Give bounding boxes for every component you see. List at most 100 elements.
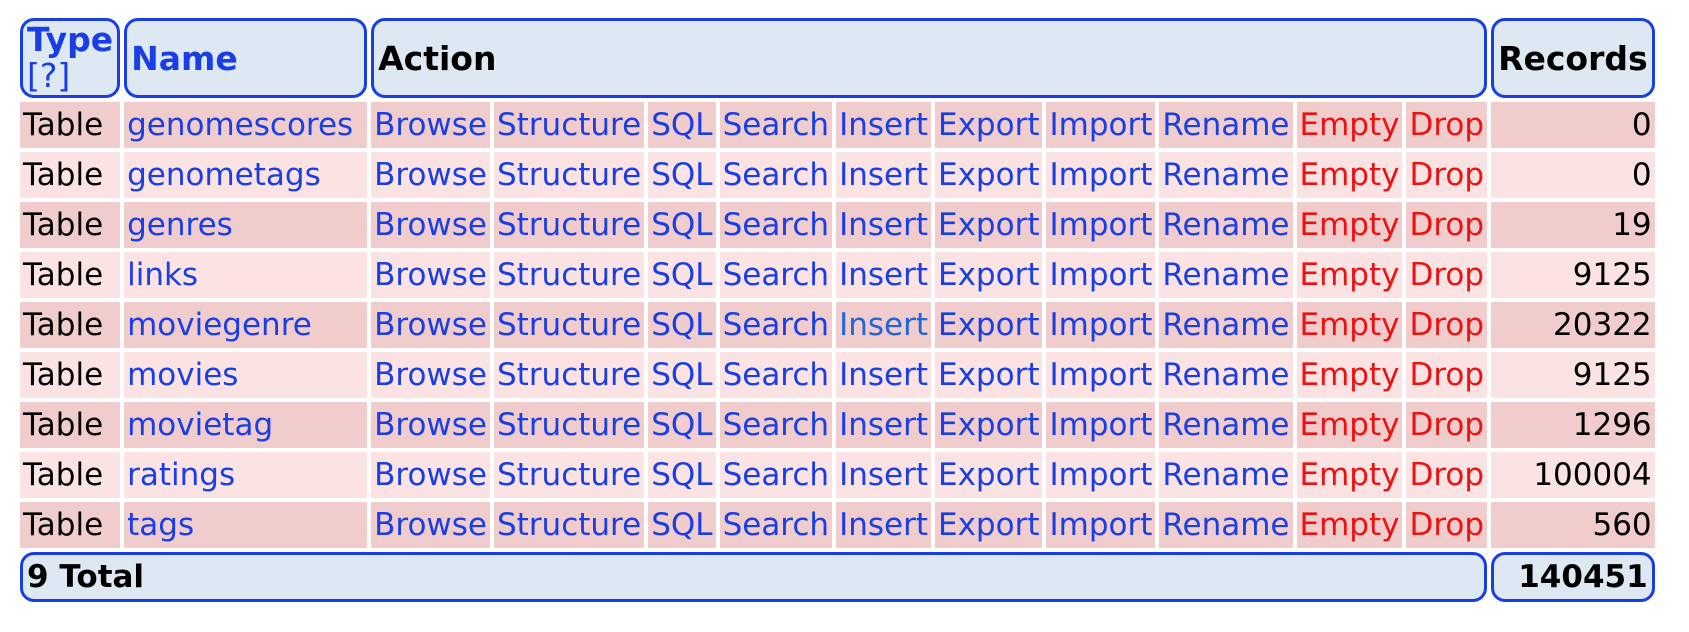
drop-link[interactable]: Drop — [1409, 507, 1484, 543]
structure-link[interactable]: Structure — [497, 407, 641, 443]
rename-link[interactable]: Rename — [1162, 207, 1289, 243]
sql-link[interactable]: SQL — [651, 157, 712, 193]
insert-link[interactable]: Insert — [839, 157, 928, 193]
sql-link[interactable]: SQL — [651, 357, 712, 393]
search-link[interactable]: Search — [723, 307, 830, 343]
insert-link[interactable]: Insert — [839, 507, 928, 543]
import-link[interactable]: Import — [1049, 357, 1152, 393]
structure-link[interactable]: Structure — [497, 307, 641, 343]
insert-link[interactable]: Insert — [839, 257, 928, 293]
table-name-link[interactable]: genometags — [127, 157, 321, 193]
table-name-link[interactable]: movies — [127, 357, 238, 393]
structure-link[interactable]: Structure — [497, 357, 641, 393]
export-link[interactable]: Export — [938, 457, 1039, 493]
export-link[interactable]: Export — [938, 507, 1039, 543]
table-name-link[interactable]: genres — [127, 207, 233, 243]
export-link[interactable]: Export — [938, 157, 1039, 193]
rename-link[interactable]: Rename — [1162, 407, 1289, 443]
search-link[interactable]: Search — [723, 407, 830, 443]
search-link[interactable]: Search — [723, 357, 830, 393]
import-link[interactable]: Import — [1049, 207, 1152, 243]
browse-link[interactable]: Browse — [374, 457, 487, 493]
export-link[interactable]: Export — [938, 107, 1039, 143]
export-link[interactable]: Export — [938, 407, 1039, 443]
table-name-link[interactable]: ratings — [127, 457, 235, 493]
import-link[interactable]: Import — [1049, 507, 1152, 543]
browse-link[interactable]: Browse — [374, 357, 487, 393]
structure-link[interactable]: Structure — [497, 457, 641, 493]
insert-link[interactable]: Insert — [839, 207, 928, 243]
import-link[interactable]: Import — [1049, 407, 1152, 443]
table-name-link[interactable]: genomescores — [127, 107, 353, 143]
rename-link[interactable]: Rename — [1162, 457, 1289, 493]
rename-link[interactable]: Rename — [1162, 257, 1289, 293]
browse-link[interactable]: Browse — [374, 307, 487, 343]
export-link[interactable]: Export — [938, 357, 1039, 393]
insert-link[interactable]: Insert — [839, 107, 928, 143]
import-link[interactable]: Import — [1049, 457, 1152, 493]
structure-link[interactable]: Structure — [497, 257, 641, 293]
insert-link[interactable]: Insert — [839, 357, 928, 393]
sql-link[interactable]: SQL — [651, 507, 712, 543]
browse-link[interactable]: Browse — [374, 107, 487, 143]
drop-link[interactable]: Drop — [1409, 257, 1484, 293]
drop-link[interactable]: Drop — [1409, 407, 1484, 443]
sql-link[interactable]: SQL — [651, 457, 712, 493]
empty-link[interactable]: Empty — [1300, 407, 1400, 443]
search-link[interactable]: Search — [723, 507, 830, 543]
empty-link[interactable]: Empty — [1300, 357, 1400, 393]
drop-link[interactable]: Drop — [1409, 457, 1484, 493]
rename-link[interactable]: Rename — [1162, 157, 1289, 193]
rename-link[interactable]: Rename — [1162, 107, 1289, 143]
search-link[interactable]: Search — [723, 257, 830, 293]
import-link[interactable]: Import — [1049, 157, 1152, 193]
rename-link[interactable]: Rename — [1162, 307, 1289, 343]
structure-link[interactable]: Structure — [497, 157, 641, 193]
empty-link[interactable]: Empty — [1300, 307, 1400, 343]
browse-link[interactable]: Browse — [374, 407, 487, 443]
drop-link[interactable]: Drop — [1409, 157, 1484, 193]
empty-link[interactable]: Empty — [1300, 257, 1400, 293]
search-link[interactable]: Search — [723, 457, 830, 493]
import-link[interactable]: Import — [1049, 257, 1152, 293]
sql-link[interactable]: SQL — [651, 307, 712, 343]
table-name-link[interactable]: movietag — [127, 407, 273, 443]
export-link[interactable]: Export — [938, 307, 1039, 343]
import-link[interactable]: Import — [1049, 107, 1152, 143]
export-link[interactable]: Export — [938, 257, 1039, 293]
search-link[interactable]: Search — [723, 157, 830, 193]
structure-link[interactable]: Structure — [497, 107, 641, 143]
drop-link[interactable]: Drop — [1409, 357, 1484, 393]
empty-link[interactable]: Empty — [1300, 107, 1400, 143]
insert-link[interactable]: Insert — [839, 457, 928, 493]
empty-link[interactable]: Empty — [1300, 157, 1400, 193]
table-name-link[interactable]: links — [127, 257, 198, 293]
structure-link[interactable]: Structure — [497, 507, 641, 543]
insert-link[interactable]: Insert — [839, 307, 928, 343]
sql-link[interactable]: SQL — [651, 207, 712, 243]
browse-link[interactable]: Browse — [374, 257, 487, 293]
table-name-link[interactable]: tags — [127, 507, 194, 543]
import-link[interactable]: Import — [1049, 307, 1152, 343]
search-link[interactable]: Search — [723, 107, 830, 143]
empty-link[interactable]: Empty — [1300, 507, 1400, 543]
empty-link[interactable]: Empty — [1300, 457, 1400, 493]
insert-link[interactable]: Insert — [839, 407, 928, 443]
sort-by-type-link[interactable]: Type — [27, 20, 113, 59]
sql-link[interactable]: SQL — [651, 107, 712, 143]
sort-by-name-link[interactable]: Name — [131, 39, 238, 78]
browse-link[interactable]: Browse — [374, 207, 487, 243]
browse-link[interactable]: Browse — [374, 157, 487, 193]
structure-link[interactable]: Structure — [497, 207, 641, 243]
sql-link[interactable]: SQL — [651, 257, 712, 293]
export-link[interactable]: Export — [938, 207, 1039, 243]
rename-link[interactable]: Rename — [1162, 507, 1289, 543]
browse-link[interactable]: Browse — [374, 507, 487, 543]
search-link[interactable]: Search — [723, 207, 830, 243]
rename-link[interactable]: Rename — [1162, 357, 1289, 393]
drop-link[interactable]: Drop — [1409, 207, 1484, 243]
table-name-link[interactable]: moviegenre — [127, 307, 312, 343]
drop-link[interactable]: Drop — [1409, 107, 1484, 143]
empty-link[interactable]: Empty — [1300, 207, 1400, 243]
sql-link[interactable]: SQL — [651, 407, 712, 443]
